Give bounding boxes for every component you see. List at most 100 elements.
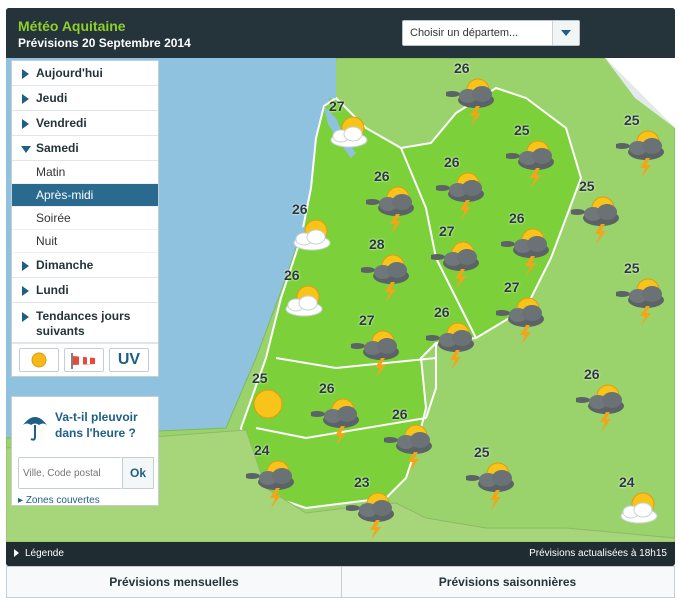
zones-link[interactable]: ▸ Zones couvertes <box>18 495 100 506</box>
nav-item-label: Samedi <box>36 141 79 155</box>
forecast-marker[interactable]: 27 <box>351 312 421 378</box>
sun-layer-button[interactable] <box>19 348 59 372</box>
forecast-temperature: 24 <box>254 442 270 458</box>
forecast-marker[interactable]: 27 <box>431 223 501 289</box>
forecast-temperature: 23 <box>354 474 370 490</box>
city-input[interactable] <box>19 458 123 488</box>
forecast-temperature: 27 <box>504 279 520 295</box>
legend-link[interactable]: Légende <box>14 548 64 559</box>
monthly-forecast-button[interactable]: Prévisions mensuelles <box>7 567 342 597</box>
nav-item-trends[interactable]: Tendances jours suivants <box>12 303 158 343</box>
forecast-marker[interactable]: 25 <box>466 444 536 510</box>
rain-widget: Va-t-il pleuvoir dans l'heure ? Ok ▸ Zon… <box>11 396 159 506</box>
forecast-marker[interactable]: 25 <box>571 178 641 244</box>
nav-item-monday[interactable]: Lundi <box>12 278 158 303</box>
play-icon <box>14 549 19 558</box>
forecast-temperature: 26 <box>284 267 300 283</box>
forecast-marker[interactable]: 26 <box>276 267 346 327</box>
forecast-temperature: 26 <box>584 366 600 382</box>
sub-item-night[interactable]: Nuit <box>12 230 158 253</box>
forecast-marker[interactable]: 26 <box>501 210 571 276</box>
forecast-marker[interactable]: 24 <box>246 442 316 508</box>
forecast-temperature: 25 <box>474 444 490 460</box>
chevron-right-icon <box>22 69 29 79</box>
header: Météo Aquitaine Prévisions 20 Septembre … <box>6 8 675 58</box>
legend-label: Légende <box>25 548 64 559</box>
forecast-marker[interactable]: 26 <box>384 406 454 472</box>
forecast-temperature: 26 <box>319 380 335 396</box>
day-nav: Aujourd'hui Jeudi Vendredi Samedi Matin … <box>11 60 159 377</box>
chevron-right-icon <box>22 312 29 322</box>
chevron-right-icon <box>22 261 29 271</box>
department-select-value: Choisir un départem... <box>410 27 519 39</box>
wind-layer-button[interactable] <box>64 348 104 372</box>
chevron-right-icon <box>22 119 29 129</box>
sub-item-afternoon[interactable]: Après-midi <box>12 184 158 207</box>
forecast-marker[interactable]: 24 <box>611 474 675 534</box>
forecast-marker[interactable]: 26 <box>284 201 354 261</box>
forecast-temperature: 27 <box>359 312 375 328</box>
forecast-marker[interactable]: 25 <box>616 260 675 326</box>
forecast-temperature: 26 <box>374 168 390 184</box>
forecast-marker[interactable]: 26 <box>311 380 381 446</box>
page-subtitle: Prévisions 20 Septembre 2014 <box>18 36 191 50</box>
nav-item-friday[interactable]: Vendredi <box>12 111 158 136</box>
forecast-temperature: 27 <box>329 98 345 114</box>
chevron-down-icon <box>21 146 31 153</box>
department-select[interactable]: Choisir un départem... <box>402 20 580 46</box>
forecast-marker[interactable]: 26 <box>446 60 516 126</box>
nav-item-sunday[interactable]: Dimanche <box>12 253 158 278</box>
nav-item-label: Vendredi <box>36 116 87 130</box>
chevron-right-icon <box>22 94 29 104</box>
forecast-marker[interactable]: 26 <box>366 168 436 234</box>
nav-item-label: Tendances jours suivants <box>36 309 131 338</box>
nav-item-label: Lundi <box>36 283 69 297</box>
forecast-marker[interactable]: 27 <box>321 98 391 158</box>
forecast-temperature: 28 <box>369 236 385 252</box>
uv-layer-button[interactable]: UV <box>109 348 149 372</box>
forecast-temperature: 26 <box>509 210 525 226</box>
chevron-down-icon[interactable] <box>552 21 579 45</box>
forecast-marker[interactable]: 27 <box>496 279 566 345</box>
umbrella-icon <box>23 417 47 441</box>
seasonal-forecast-button[interactable]: Prévisions saisonnières <box>341 567 674 597</box>
forecast-temperature: 24 <box>619 474 635 490</box>
layer-toggle-row: UV <box>12 343 158 376</box>
forecast-marker[interactable]: 23 <box>346 474 416 540</box>
zones-label: Zones couvertes <box>25 495 100 506</box>
forecast-temperature: 26 <box>444 154 460 170</box>
forecast-marker[interactable]: 28 <box>361 236 431 302</box>
nav-item-today[interactable]: Aujourd'hui <box>12 61 158 86</box>
chevron-right-icon <box>22 286 29 296</box>
nav-item-saturday[interactable]: Samedi <box>12 136 158 161</box>
sub-item-evening[interactable]: Soirée <box>12 207 158 230</box>
nav-item-label: Dimanche <box>36 258 94 272</box>
forecast-marker[interactable]: 25 <box>506 122 576 188</box>
forecast-temperature: 27 <box>439 223 455 239</box>
forecast-temperature: 25 <box>624 112 640 128</box>
ok-button[interactable]: Ok <box>122 457 154 489</box>
city-input-wrapper <box>18 457 123 489</box>
footer-bar: Légende Prévisions actualisées à 18h15 <box>6 542 675 566</box>
windsock-icon <box>71 353 95 369</box>
forecast-temperature: 26 <box>392 406 408 422</box>
update-time: Prévisions actualisées à 18h15 <box>529 548 667 559</box>
forecast-tabs: Prévisions mensuelles Prévisions saisonn… <box>6 566 675 598</box>
forecast-marker[interactable]: 26 <box>576 366 646 432</box>
forecast-temperature: 25 <box>579 178 595 194</box>
forecast-marker[interactable]: 26 <box>426 304 496 370</box>
sun-icon <box>31 352 47 368</box>
forecast-temperature: 25 <box>514 122 530 138</box>
sub-item-morning[interactable]: Matin <box>12 161 158 184</box>
forecast-marker[interactable]: 25 <box>244 370 314 430</box>
forecast-temperature: 25 <box>252 370 268 386</box>
nav-item-thursday[interactable]: Jeudi <box>12 86 158 111</box>
forecast-marker[interactable]: 25 <box>616 112 675 178</box>
forecast-marker[interactable]: 26 <box>436 154 506 220</box>
forecast-temperature: 26 <box>434 304 450 320</box>
nav-item-label: Aujourd'hui <box>36 66 103 80</box>
page-title: Météo Aquitaine <box>18 18 126 34</box>
forecast-temperature: 26 <box>454 60 470 76</box>
forecast-temperature: 25 <box>624 260 640 276</box>
rain-question: Va-t-il pleuvoir dans l'heure ? <box>55 410 138 440</box>
